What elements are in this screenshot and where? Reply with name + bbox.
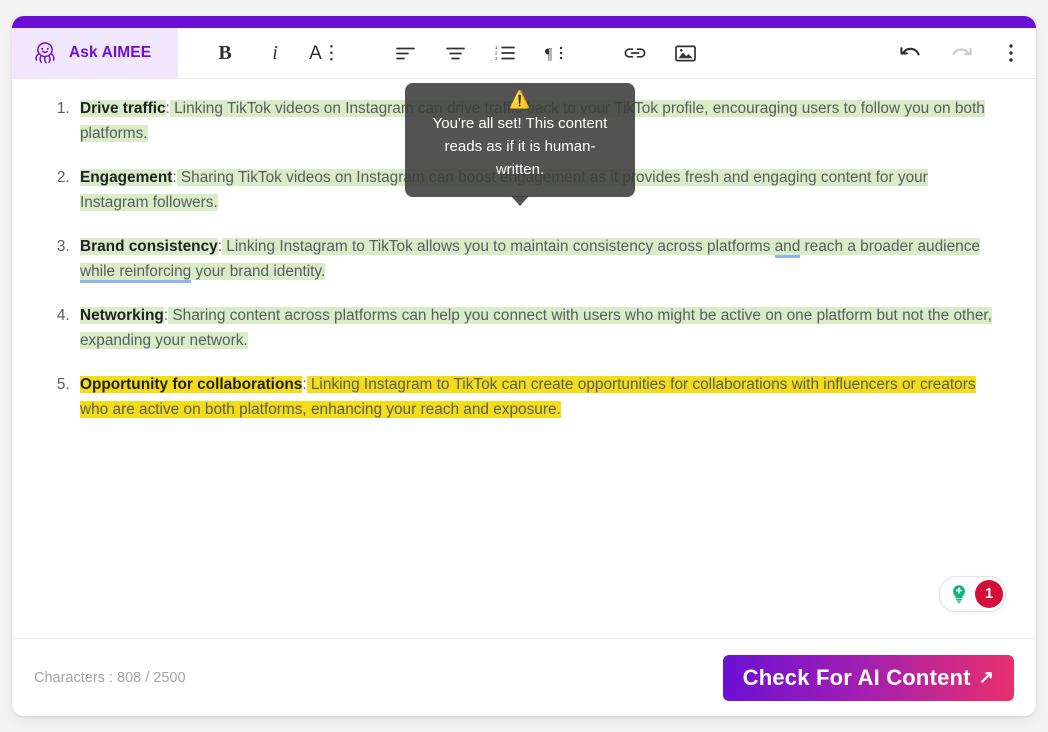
ask-aimee-label: Ask AIMEE (69, 44, 152, 61)
ask-aimee-button[interactable]: Ask AIMEE (12, 28, 178, 78)
editor-footer: Characters : 808 / 2500 Check For AI Con… (12, 638, 1036, 716)
list-item: Networking: Sharing content across platf… (74, 303, 992, 353)
undo-icon[interactable] (894, 36, 928, 70)
list-item: Opportunity for collaborations: Linking … (74, 372, 992, 422)
list-item-body-part-3: your brand identity. (191, 263, 326, 280)
list-item-term: Networking (80, 307, 164, 324)
list-item-term: Brand consistency (80, 238, 218, 255)
more-vertical-icon[interactable] (994, 36, 1028, 70)
list-item: Brand consistency: Linking Instagram to … (74, 234, 992, 284)
character-count: 808 (117, 669, 142, 686)
bold-button[interactable]: B (208, 36, 242, 70)
lightbulb-icon (946, 581, 972, 607)
suggestions-badge[interactable]: 1 (939, 576, 1006, 612)
character-limit: / 2500 (145, 669, 186, 686)
check-for-ai-content-button[interactable]: Check For AI Content ↗ (722, 654, 1014, 701)
grammar-suggestion[interactable]: and (774, 238, 801, 258)
link-icon[interactable] (618, 36, 652, 70)
list-item: Engagement: Sharing TikTok videos on Ins… (74, 165, 992, 215)
character-label: Characters : (34, 669, 113, 686)
text-style-button[interactable]: A⋮ (308, 36, 342, 70)
list-item-term: Drive traffic (80, 100, 166, 117)
list-item-body-part-1: Linking Instagram to TikTok allows you t… (222, 238, 775, 255)
editor-toolbar: Ask AIMEE B i A⋮ 1 2 3 ¶ ⚠️ You're all s… (12, 28, 1036, 207)
align-center-icon[interactable] (438, 36, 472, 70)
document-editor[interactable]: Drive traffic: Linking TikTok videos on … (12, 79, 1036, 638)
document-list: Drive traffic: Linking TikTok videos on … (12, 79, 1036, 422)
list-item-term: Opportunity for collaborations (80, 376, 303, 393)
list-item-term: Engagement (80, 169, 173, 186)
character-counter: Characters : 808 / 2500 (34, 670, 186, 686)
list-item-body: Sharing content across platforms can hel… (80, 307, 992, 349)
svg-text:¶: ¶ (545, 46, 553, 62)
list-item-body-part-2: reach a broader audience (800, 238, 980, 255)
list-item-separator: : (302, 376, 307, 393)
svg-text:3: 3 (495, 56, 498, 61)
list-item-body: Sharing TikTok videos on Instagram can b… (80, 169, 928, 211)
numbered-list-icon[interactable]: 1 2 3 (488, 36, 522, 70)
insert-group (610, 28, 710, 78)
image-icon[interactable] (668, 36, 702, 70)
arrow-up-right-icon: ↗ (978, 667, 994, 687)
octopus-icon (30, 38, 60, 68)
list-item-body: Linking TikTok videos on Instagram can d… (80, 100, 985, 142)
svg-text:1: 1 (495, 45, 498, 50)
history-group (886, 28, 1036, 78)
svg-text:2: 2 (495, 51, 498, 56)
list-item: Drive traffic: Linking TikTok videos on … (74, 96, 992, 146)
grammar-suggestion[interactable]: while reinforcing (80, 263, 192, 283)
redo-icon[interactable] (944, 36, 978, 70)
cta-label: Check For AI Content (742, 664, 971, 690)
align-left-icon[interactable] (388, 36, 422, 70)
accent-bar (12, 16, 1036, 28)
paragraph-group: 1 2 3 ¶ (380, 28, 580, 78)
editor-window: Ask AIMEE B i A⋮ 1 2 3 ¶ ⚠️ You're all s… (12, 16, 1036, 716)
text-format-group: B i A⋮ (200, 28, 350, 78)
list-item-separator: : (172, 169, 177, 186)
italic-button[interactable]: i (258, 36, 292, 70)
suggestion-count: 1 (975, 580, 1003, 608)
paragraph-format-icon[interactable]: ¶ (538, 36, 572, 70)
